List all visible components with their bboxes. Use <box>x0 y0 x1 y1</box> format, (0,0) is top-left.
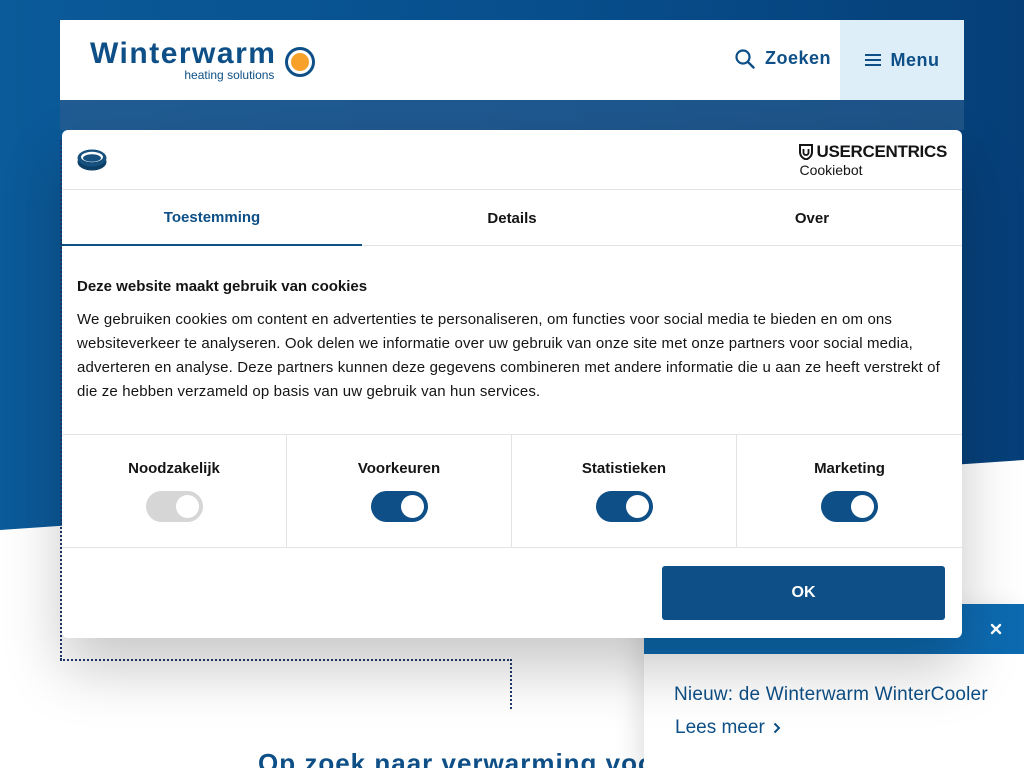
section-heading: Op zoek naar verwarming voor u <box>258 748 692 768</box>
chevron-right-icon <box>773 722 781 734</box>
decorative-dotted-line <box>60 659 512 661</box>
dialog-tabs: Toestemming Details Over <box>62 190 962 246</box>
logo-brand: Winterwarm <box>90 37 277 70</box>
cookiebot-label: Cookiebot <box>799 162 863 178</box>
winterwarm-logo[interactable]: Winterwarm heating solutions <box>90 37 316 82</box>
usercentrics-cookiebot-logo[interactable]: USERCENTRICS Cookiebot <box>799 143 947 178</box>
search-label: Zoeken <box>765 48 832 68</box>
toggle-label-marketing: Marketing <box>814 460 885 477</box>
search-button[interactable]: Zoeken <box>735 48 831 69</box>
read-more-link[interactable]: Lees meer <box>675 717 781 739</box>
switch-knob <box>851 495 874 518</box>
dialog-title: Deze website maakt gebruik van cookies <box>77 278 368 295</box>
tab-over[interactable]: Over <box>662 190 962 246</box>
close-icon[interactable] <box>986 619 1006 639</box>
tab-toestemming[interactable]: Toestemming <box>62 190 362 246</box>
toggle-cell-necessary: Noodzakelijk <box>62 435 287 547</box>
toggle-label-necessary: Noodzakelijk <box>128 460 220 477</box>
toggle-switch-statistics[interactable] <box>595 491 653 522</box>
consent-toggles: Noodzakelijk Voorkeuren Statistieken Mar… <box>62 435 962 548</box>
toggle-cell-statistics: Statistieken <box>512 435 737 547</box>
read-more-label: Lees meer <box>675 717 765 738</box>
toggle-cell-marketing: Marketing <box>737 435 962 547</box>
cookie-icon <box>77 149 107 171</box>
news-title[interactable]: Nieuw: de Winterwarm WinterCooler <box>674 684 988 706</box>
usercentrics-label: USERCENTRICS <box>816 142 947 161</box>
dialog-body: Deze website maakt gebruik van cookies W… <box>62 246 962 435</box>
decorative-dotted-line <box>510 659 512 709</box>
toggle-cell-preferences: Voorkeuren <box>287 435 512 547</box>
cookie-consent-dialog: USERCENTRICS Cookiebot Toestemming Detai… <box>62 130 962 638</box>
switch-knob <box>625 495 649 518</box>
ok-button[interactable]: OK <box>662 566 945 620</box>
logo-tagline: heating solutions <box>184 68 275 82</box>
site-header: Winterwarm heating solutions Zoeken Menu <box>60 20 964 100</box>
menu-button[interactable]: Menu <box>840 20 964 100</box>
toggle-label-preferences: Voorkeuren <box>357 460 441 477</box>
toggle-label-statistics: Statistieken <box>581 460 667 477</box>
shield-icon <box>799 144 814 160</box>
switch-knob <box>175 495 199 518</box>
search-icon <box>735 48 755 69</box>
toggle-switch-necessary <box>145 491 203 522</box>
dialog-footer: OK <box>62 548 962 637</box>
menu-label: Menu <box>890 49 940 70</box>
toggle-switch-preferences[interactable] <box>370 491 428 522</box>
tab-details[interactable]: Details <box>362 190 662 246</box>
dialog-description: We gebruiken cookies om content en adver… <box>77 311 940 400</box>
switch-knob <box>400 495 424 518</box>
toggle-switch-marketing[interactable] <box>821 491 878 522</box>
logo-circle-icon <box>285 47 316 77</box>
hamburger-icon <box>864 54 881 66</box>
dialog-header: USERCENTRICS Cookiebot <box>62 130 962 190</box>
